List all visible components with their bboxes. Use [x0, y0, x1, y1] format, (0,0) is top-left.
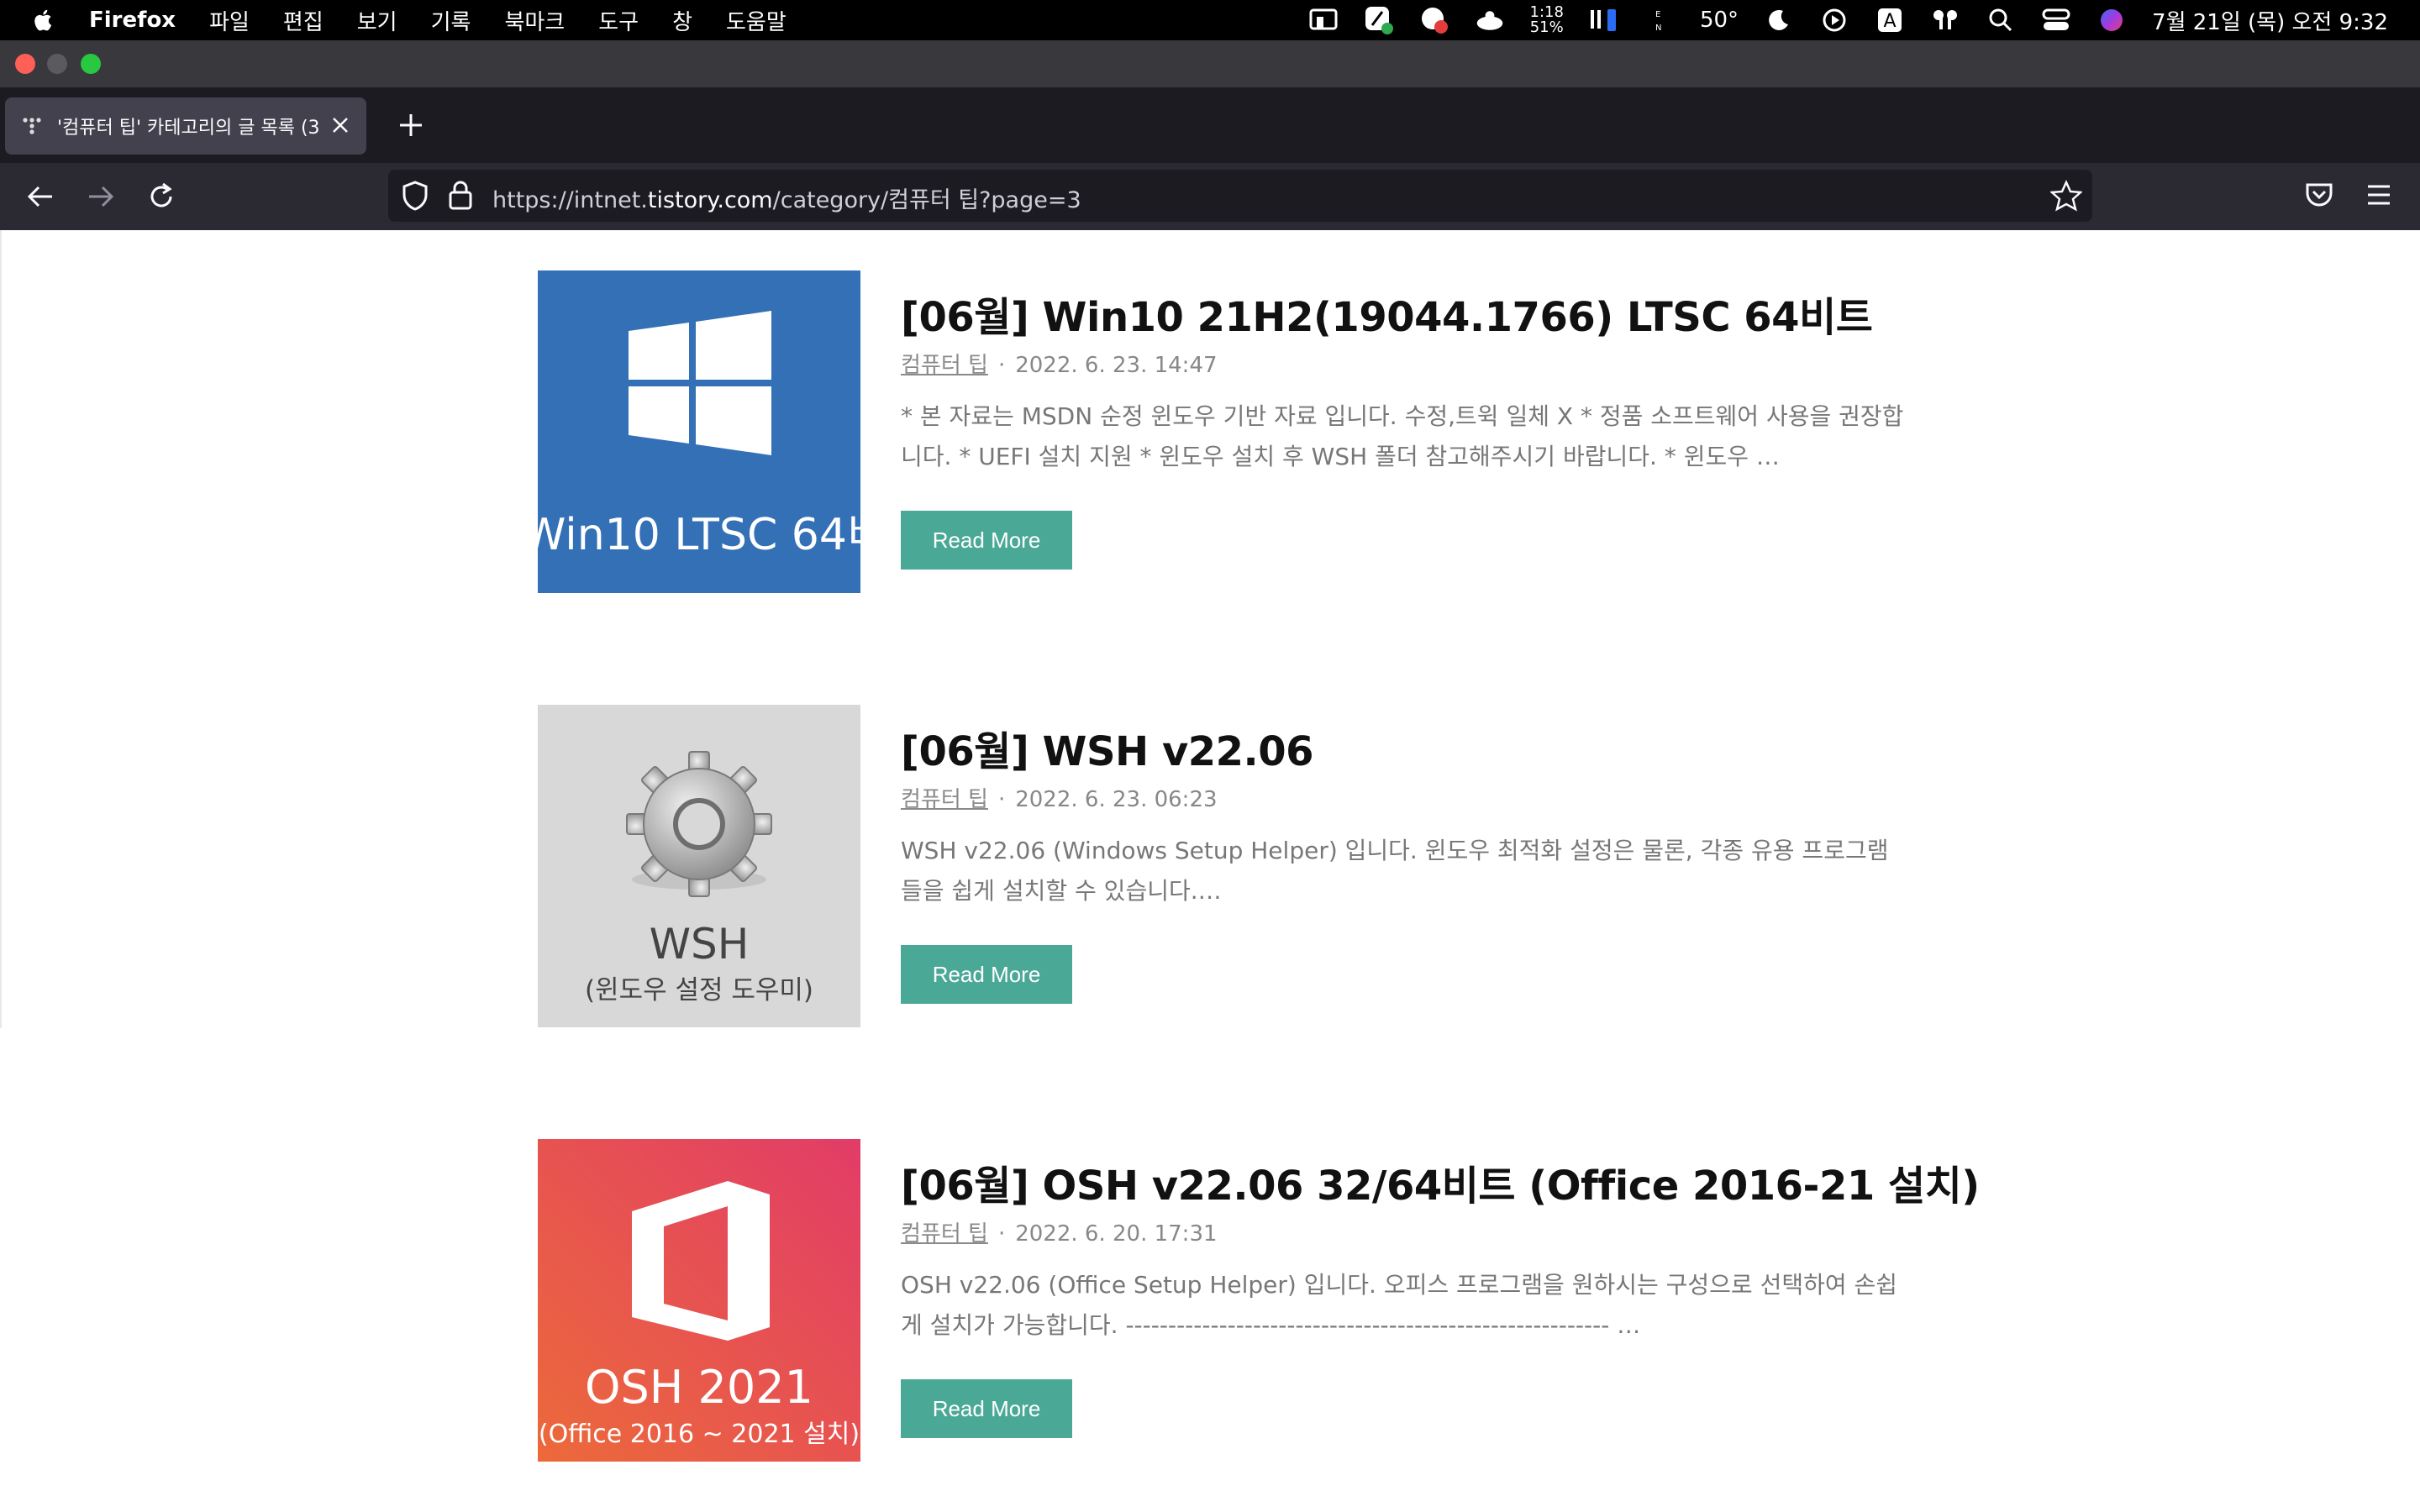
- temperature[interactable]: 50°: [1700, 8, 1739, 33]
- post-item: OSH 2021 (Office 2016 ~ 2021 설치) [06월] O…: [538, 1139, 1980, 1462]
- post-meta: 컴퓨터 팁 · 2022. 6. 23. 14:47: [901, 348, 1218, 379]
- tracking-protection-shield-icon[interactable]: [400, 180, 430, 212]
- input-source-icon[interactable]: A: [1875, 5, 1905, 35]
- menu-file[interactable]: 파일: [209, 5, 250, 36]
- post-meta: 컴퓨터 팁 · 2022. 6. 20. 17:31: [901, 1216, 1218, 1247]
- post-category-link[interactable]: 컴퓨터 팁: [901, 353, 988, 378]
- post-title[interactable]: [06월] OSH v22.06 32/64비트 (Office 2016-21…: [901, 1152, 1980, 1211]
- app-menu-firefox[interactable]: Firefox: [89, 8, 176, 33]
- menu-bookmarks[interactable]: 북마크: [504, 5, 565, 36]
- input-source-label: A: [1884, 11, 1897, 32]
- clock-datetime[interactable]: 7월 21일 (목) 오전 9:32: [2152, 5, 2388, 36]
- post-thumbnail[interactable]: WSH (윈도우 설정 도우미): [538, 705, 860, 1027]
- chat-notification-icon[interactable]: [1419, 5, 1449, 35]
- url-path: /category/컴퓨터 팁?page=3: [772, 187, 1081, 213]
- zoom-window-button[interactable]: [81, 54, 101, 74]
- meta-separator: ·: [997, 353, 1006, 378]
- back-arrow-icon[interactable]: [24, 180, 57, 213]
- svg-text:E: E: [1655, 10, 1660, 19]
- forward-arrow-icon[interactable]: [84, 180, 118, 213]
- post-date: 2022. 6. 20. 17:31: [1015, 1221, 1218, 1247]
- tab-active[interactable]: '컴퓨터 팁' 카테고리의 글 목록 (3 Page): [5, 97, 366, 155]
- control-center-icon[interactable]: [2041, 5, 2071, 35]
- post-category-link[interactable]: 컴퓨터 팁: [901, 1221, 988, 1247]
- post-item: Win10 LTSC 64비트 [06월] Win10 21H2(19044.1…: [538, 270, 1903, 593]
- reload-icon[interactable]: [145, 180, 178, 213]
- post-date: 2022. 6. 23. 06:23: [1015, 787, 1218, 812]
- post-thumbnail[interactable]: OSH 2021 (Office 2016 ~ 2021 설치): [538, 1139, 860, 1462]
- airpods-icon[interactable]: [1930, 5, 1960, 35]
- close-window-button[interactable]: [15, 54, 35, 74]
- siri-icon[interactable]: [2096, 5, 2127, 35]
- thumbnail-subcaption: (Office 2016 ~ 2021 설치): [538, 1420, 860, 1449]
- thumbnail-caption: WSH: [649, 920, 750, 969]
- evernote-icon[interactable]: [1364, 5, 1394, 35]
- read-more-button[interactable]: Read More: [901, 1379, 1072, 1438]
- post-item: WSH (윈도우 설정 도우미) [06월] WSH v22.06 컴퓨터 팁 ·…: [538, 705, 1888, 1027]
- weather-icon: EN: [1644, 5, 1675, 35]
- menu-tools[interactable]: 도구: [598, 5, 639, 36]
- thumbnail-caption: Win10 LTSC 64비트: [538, 510, 860, 560]
- url-text[interactable]: https://intnet.tistory.com/category/컴퓨터 …: [492, 181, 1081, 214]
- read-more-button[interactable]: Read More: [901, 511, 1072, 570]
- spotlight-search-icon[interactable]: [1986, 5, 2016, 35]
- post-title[interactable]: [06월] WSH v22.06: [901, 718, 1314, 777]
- cloud-app-icon[interactable]: [1475, 5, 1505, 35]
- tab-title: '컴퓨터 팁' 카테고리의 글 목록 (3 Page): [57, 118, 326, 139]
- post-excerpt: * 본 자료는 MSDN 순정 윈도우 기반 자료 입니다. 수정,트윅 일체 …: [901, 402, 1904, 470]
- post-date: 2022. 6. 23. 14:47: [1015, 353, 1218, 378]
- macos-menubar: Firefox 파일 편집 보기 기록 북마크 도구 창 도움말 1:18 51%…: [0, 0, 2420, 40]
- thumbnail-caption: OSH 2021: [585, 1361, 813, 1414]
- post-excerpt: OSH v22.06 (Office Setup Helper) 입니다. 오피…: [901, 1271, 1898, 1339]
- hamburger-menu-icon[interactable]: [2365, 181, 2393, 208]
- battery-percent: 51%: [1529, 18, 1564, 36]
- tistory-favicon-icon: [23, 118, 41, 134]
- meta-separator: ·: [997, 787, 1006, 812]
- menu-help[interactable]: 도움말: [726, 5, 786, 36]
- media-play-icon[interactable]: [1819, 5, 1849, 35]
- post-category-link[interactable]: 컴퓨터 팁: [901, 787, 988, 812]
- screen-mirror-icon[interactable]: [1308, 5, 1339, 35]
- url-host: tistory.com: [647, 187, 773, 213]
- minimize-window-button[interactable]: [47, 54, 67, 74]
- thumbnail-subcaption: (윈도우 설정 도우미): [584, 975, 814, 1005]
- pocket-icon[interactable]: [2304, 180, 2334, 210]
- menu-edit[interactable]: 편집: [283, 5, 324, 36]
- window-titlebar: [0, 40, 2420, 87]
- post-meta: 컴퓨터 팁 · 2022. 6. 23. 06:23: [901, 782, 1218, 813]
- url-prefix: https://intnet.: [492, 187, 648, 213]
- menu-history[interactable]: 기록: [431, 5, 471, 36]
- menu-view[interactable]: 보기: [357, 5, 397, 36]
- battery-stats: 1:18 51%: [1530, 5, 1564, 35]
- dark-mode-moon-icon[interactable]: [1764, 5, 1794, 35]
- new-tab-plus-icon[interactable]: [395, 109, 427, 141]
- bookmark-star-icon[interactable]: [2050, 180, 2082, 212]
- menu-window[interactable]: 창: [672, 5, 692, 36]
- close-tab-icon[interactable]: [329, 114, 351, 136]
- airpods-battery-icon[interactable]: [1589, 5, 1619, 35]
- post-title[interactable]: [06월] Win10 21H2(19044.1766) LTSC 64비트: [901, 284, 1873, 343]
- svg-text:N: N: [1655, 24, 1661, 33]
- post-thumbnail[interactable]: Win10 LTSC 64비트: [538, 270, 860, 593]
- content-left-border: [0, 230, 2, 1028]
- meta-separator: ·: [997, 1221, 1006, 1247]
- read-more-button[interactable]: Read More: [901, 945, 1072, 1004]
- post-excerpt: WSH v22.06 (Windows Setup Helper) 입니다. 윈…: [901, 837, 1889, 905]
- lock-icon[interactable]: [447, 178, 474, 212]
- apple-icon[interactable]: [30, 7, 57, 34]
